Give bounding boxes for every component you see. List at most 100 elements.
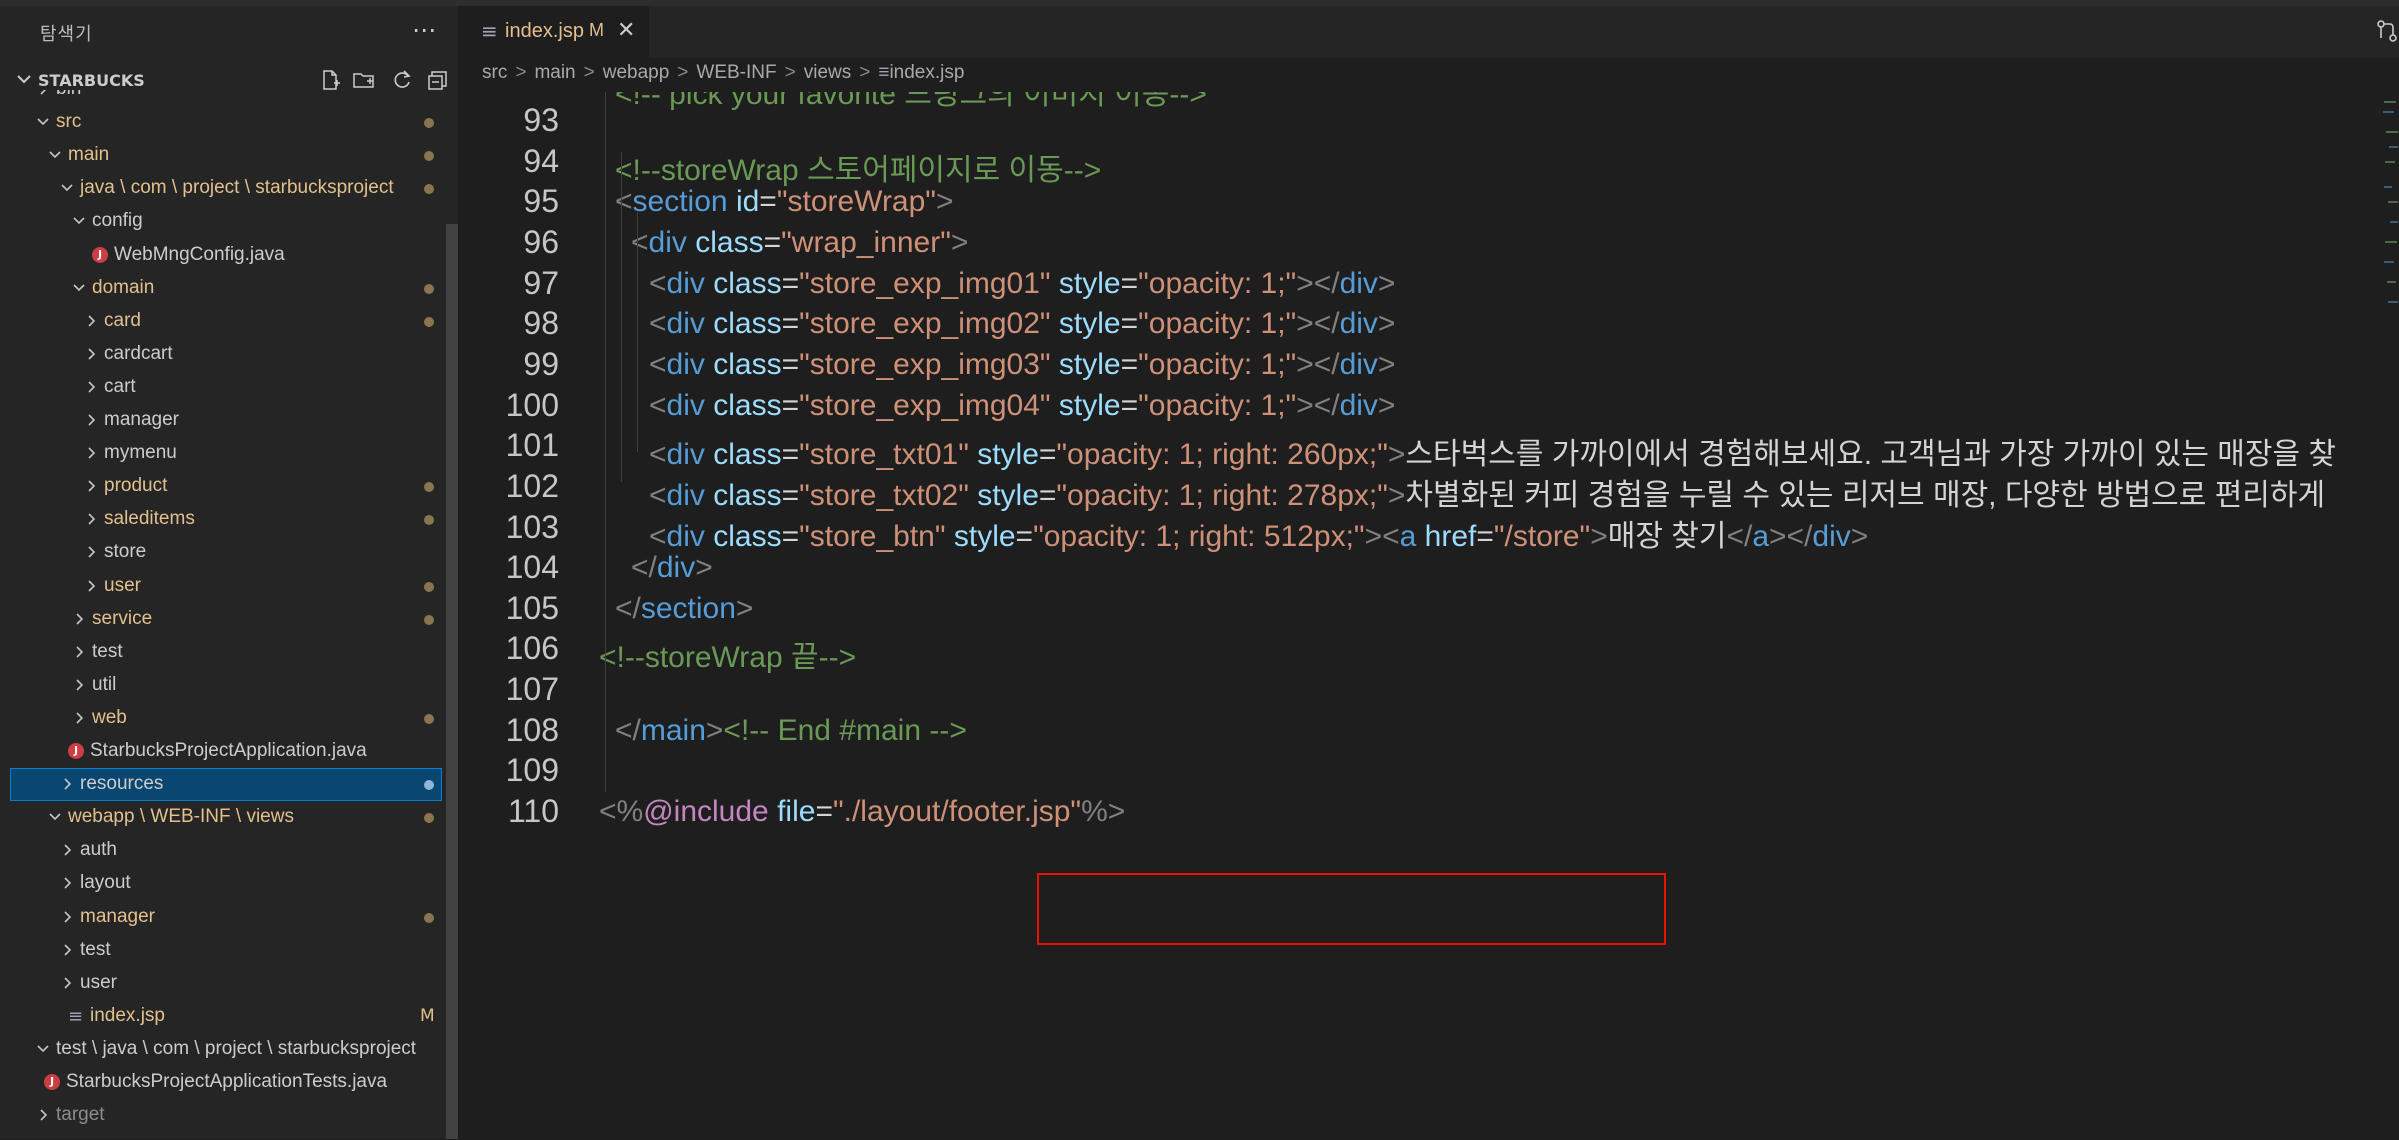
file-tree: bin src main java \ com \ project \ starbuc… [0, 90, 458, 1140]
breadcrumb-item[interactable]: index.jsp [889, 62, 964, 84]
chevron-right-icon[interactable] [82, 376, 102, 398]
code-line-100: 100 <div class="store_exp_img04" style="o… [459, 387, 2379, 427]
tree-item-label: src [56, 111, 82, 133]
tree-item-product[interactable]: product [10, 470, 442, 503]
tree-item-label: manager [104, 409, 179, 430]
tree-item-webmngconfig-java[interactable]: J WebMngConfig.java [10, 239, 442, 272]
tree-item-label: layout [80, 872, 131, 894]
chevron-right-icon[interactable] [82, 442, 102, 464]
breadcrumb-item[interactable]: WEB-INF [696, 62, 776, 84]
chevron-down-icon[interactable] [34, 1038, 54, 1060]
chevron-down-icon[interactable] [46, 144, 66, 166]
chevron-down-icon[interactable] [70, 277, 90, 299]
tree-item-label: cart [104, 375, 136, 397]
tree-item-config[interactable]: config [10, 205, 442, 238]
tree-item-domain[interactable]: domain [10, 272, 442, 305]
tree-item-resources[interactable]: resources [10, 768, 442, 802]
ellipsis-icon[interactable]: ⋯ [412, 16, 436, 44]
breadcrumb-item[interactable]: views [804, 62, 852, 84]
modified-badge: M [420, 1005, 435, 1026]
chevron-right-icon[interactable] [82, 409, 102, 431]
chevron-right-icon[interactable] [70, 674, 90, 696]
tree-item-main[interactable]: main [10, 139, 442, 172]
code-content: <!--storeWrap 끝--> [599, 641, 857, 675]
breadcrumb-item[interactable]: main [534, 62, 575, 84]
tree-item-starbucksprojectapplicationtests-java[interactable]: J StarbucksProjectApplicationTests.java [10, 1066, 442, 1099]
tree-item-service[interactable]: service [10, 603, 442, 636]
tree-item-test[interactable]: test [10, 636, 442, 669]
chevron-right-icon[interactable] [34, 90, 54, 100]
chevron-right-icon[interactable] [82, 343, 102, 365]
tree-item-mymenu[interactable]: mymenu [10, 437, 442, 470]
close-icon[interactable]: ✕ [617, 18, 635, 43]
breadcrumb-item[interactable]: webapp [603, 62, 670, 84]
tree-item-web[interactable]: web [10, 702, 442, 735]
line-number: 109 [505, 752, 559, 789]
tree-item-index-jsp[interactable]: ≡ index.jsp M [10, 1000, 442, 1033]
chevron-right-icon[interactable] [70, 707, 90, 729]
chevron-right-icon[interactable] [58, 872, 78, 894]
tree-item-store[interactable]: store [10, 536, 442, 569]
tab-index-jsp[interactable]: ≡ index.jsp M ✕ [459, 6, 649, 58]
line-number: 104 [505, 549, 559, 586]
git-status-dot [424, 912, 434, 923]
tree-item-cart[interactable]: cart [10, 371, 442, 404]
tree-item-saleditems[interactable]: saleditems [10, 503, 442, 536]
chevron-right-icon[interactable] [58, 972, 78, 994]
tree-item-src[interactable]: src [10, 106, 442, 139]
tree-item-java-com-project-starbucksproject[interactable]: java \ com \ project \ starbucksproject [10, 172, 442, 205]
collapse-all-icon[interactable] [426, 68, 450, 92]
git-status-dot [424, 316, 434, 327]
chevron-right-icon[interactable] [58, 773, 78, 795]
tree-item-user[interactable]: user [10, 967, 442, 1000]
line-number: 100 [505, 386, 559, 423]
tree-item-target[interactable]: target [10, 1099, 442, 1132]
code-editor[interactable]: <!-- pick your favorite 드링크의 이미지 이동--> 93… [459, 92, 2379, 1139]
tree-item-cardcart[interactable]: cardcart [10, 338, 442, 371]
chevron-right-icon[interactable] [58, 939, 78, 961]
tree-item-webapp-web-inf-views[interactable]: webapp \ WEB-INF \ views [10, 801, 442, 834]
chevron-right-icon[interactable] [70, 608, 90, 630]
chevron-down-icon[interactable] [70, 210, 90, 232]
chevron-right-icon[interactable] [82, 508, 102, 530]
tree-item-util[interactable]: util [10, 669, 442, 702]
tree-item-bin[interactable]: bin [10, 90, 442, 106]
tree-item-card[interactable]: card [10, 305, 442, 338]
new-folder-icon[interactable] [352, 68, 376, 92]
tree-item-starbucksprojectapplication-java[interactable]: J StarbucksProjectApplication.java [10, 735, 442, 768]
tree-item-manager[interactable]: manager [10, 901, 442, 934]
git-status-dot [424, 515, 434, 526]
chevron-right-icon[interactable] [58, 906, 78, 928]
java-file-icon: J [68, 743, 84, 759]
tree-item-auth[interactable]: auth [10, 834, 442, 867]
chevron-right-icon[interactable] [82, 541, 102, 563]
chevron-down-icon[interactable] [34, 111, 54, 133]
code-line-93: 93 [459, 102, 2379, 142]
line-number: 106 [505, 630, 559, 667]
chevron-right-icon[interactable] [82, 575, 102, 597]
chevron-right-icon[interactable] [70, 641, 90, 663]
tree-item-layout[interactable]: layout [10, 867, 442, 900]
refresh-icon[interactable] [390, 68, 414, 92]
chevron-down-icon[interactable] [46, 806, 66, 828]
minimap[interactable] [2380, 92, 2399, 322]
tree-item-user[interactable]: user [10, 570, 442, 603]
git-status-dot [424, 614, 434, 625]
chevron-right-icon[interactable] [82, 310, 102, 332]
new-file-icon[interactable] [318, 68, 342, 92]
breadcrumb-item[interactable]: src [482, 62, 507, 84]
chevron-right-icon[interactable] [82, 475, 102, 497]
explorer-title: 탐색기 [40, 24, 93, 45]
git-status-dot [424, 118, 434, 129]
chevron-right-icon[interactable] [58, 839, 78, 861]
tree-item-label: config [92, 210, 143, 232]
source-control-icon[interactable] [2374, 18, 2399, 44]
chevron-right-icon[interactable] [34, 1104, 54, 1126]
chevron-down-icon[interactable] [58, 177, 78, 199]
tree-item-test-java-com-project-starbucksproject[interactable]: test \ java \ com \ project \ starbucksp… [10, 1033, 442, 1066]
sidebar-scrollbar[interactable] [446, 224, 458, 1139]
tree-item-test[interactable]: test [10, 934, 442, 967]
tree-item-label: StarbucksProjectApplication.java [90, 740, 367, 761]
git-status-dot [424, 581, 434, 592]
tree-item-manager[interactable]: manager [10, 404, 442, 437]
